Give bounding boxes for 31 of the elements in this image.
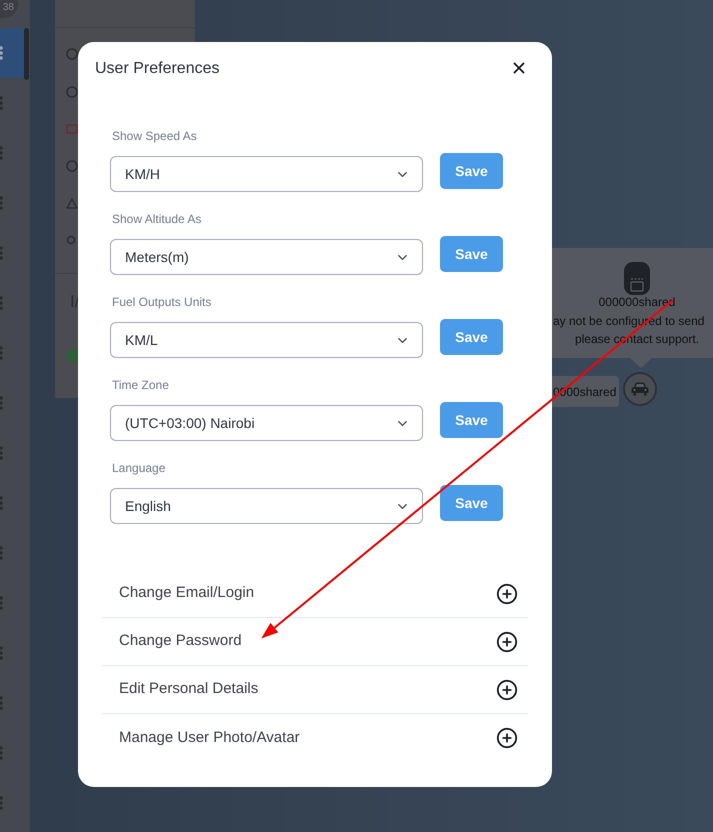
select-field[interactable]: KM/H [110,156,423,192]
ring-icon[interactable] [66,235,76,245]
field-label: Time Zone [111,378,169,392]
count-badge: 38 [0,0,18,18]
plus-circle-icon [496,678,518,700]
select-field[interactable]: English [110,488,423,524]
select-field[interactable]: (UTC+03:00) Nairobi [110,405,423,441]
plus-circle-icon [496,630,518,652]
select-field[interactable]: KM/L [110,322,423,358]
field-label: Show Altitude As [111,212,202,226]
plus-circle-icon [496,582,518,604]
circle-icon[interactable] [66,160,78,172]
scrollbar[interactable] [24,28,29,80]
sidebar-item[interactable] [0,28,24,78]
field-label: Fuel Outputs Units [111,295,212,309]
status-dot-icon [66,349,80,363]
dialog-title: User Preferences [95,60,220,78]
square-icon[interactable] [66,124,78,134]
select-field[interactable]: Meters(m) [110,239,423,275]
car-marker-icon[interactable] [623,372,657,406]
accordion-item[interactable]: Change Email/Login [102,570,528,618]
field-label: Show Speed As [111,129,197,143]
circle-icon[interactable] [66,86,78,98]
accordion-item[interactable]: Edit Personal Details [102,666,528,714]
device-icon [624,262,650,295]
grip-icon [0,46,4,60]
plus-circle-icon [496,727,518,749]
circle-icon[interactable] [66,48,78,60]
warning-icon[interactable] [66,198,78,209]
accordion-item[interactable]: Manage User Photo/Avatar [102,714,528,762]
field-label: Language [111,461,166,475]
